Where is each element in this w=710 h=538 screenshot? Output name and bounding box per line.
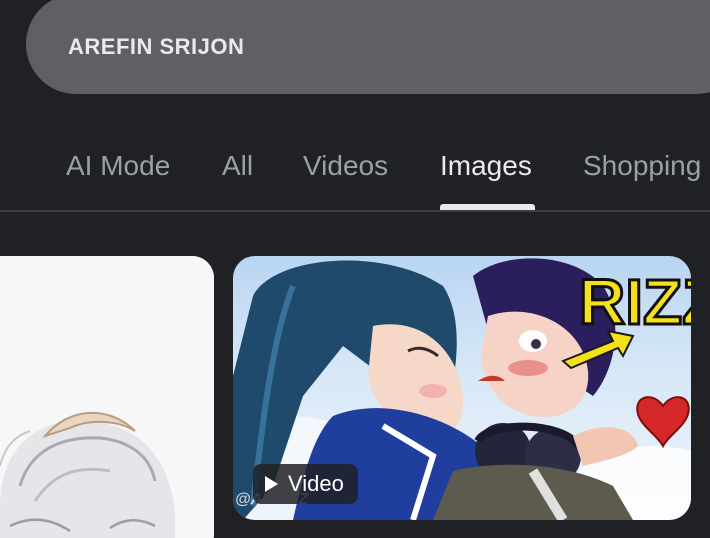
anime-sketch-image (0, 256, 214, 538)
tab-all[interactable]: All (222, 150, 253, 182)
video-badge: Video (253, 464, 358, 504)
search-query-text[interactable]: AREFIN SRIJON (68, 34, 244, 60)
search-box[interactable]: AREFIN SRIJON (26, 0, 710, 94)
image-result-right[interactable]: RIZZ @ANI KIZ Video (233, 256, 691, 520)
thumbnail-overlay-text: RIZZ (579, 266, 691, 338)
tab-ai-mode[interactable]: AI Mode (66, 150, 170, 182)
tabs-divider (0, 210, 710, 212)
play-icon (265, 476, 278, 492)
tab-images[interactable]: Images (440, 150, 532, 182)
tab-shopping[interactable]: Shopping (583, 150, 701, 182)
video-badge-label: Video (288, 471, 344, 496)
tab-videos[interactable]: Videos (303, 150, 388, 182)
search-results-page: AREFIN SRIJON AI Mode All Videos Images … (0, 0, 710, 538)
search-tabs: AI Mode All Videos Images Shopping (0, 140, 710, 212)
image-result-left[interactable] (0, 256, 214, 538)
